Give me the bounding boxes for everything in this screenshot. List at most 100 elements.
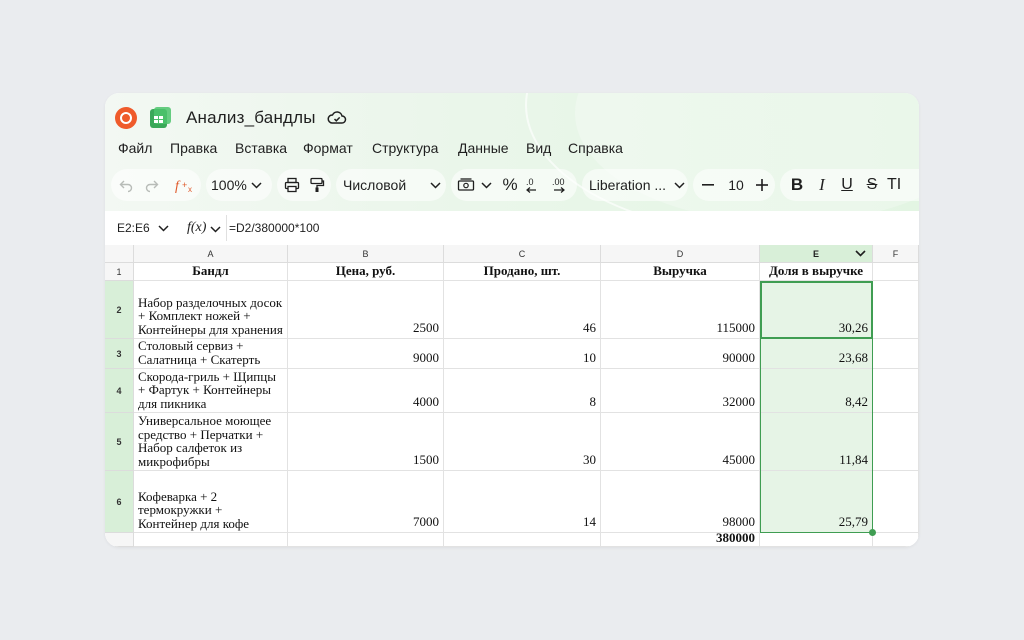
header-cell[interactable]: Выручка: [601, 263, 760, 281]
header-cell[interactable]: Цена, руб.: [288, 263, 444, 281]
empty-cell[interactable]: [873, 339, 919, 369]
empty-cell[interactable]: [134, 533, 288, 547]
empty-cell[interactable]: [444, 533, 601, 547]
empty-cell[interactable]: [760, 533, 873, 547]
total-revenue-cell[interactable]: 380000: [601, 533, 760, 547]
number-format-select[interactable]: Числовой: [343, 169, 441, 201]
toolbar: f + x 100% Числовой % .0 .00 Liberation …: [105, 169, 919, 201]
menu-edit[interactable]: Правка: [170, 140, 217, 156]
italic-button[interactable]: I: [812, 169, 832, 201]
row-header[interactable]: [105, 533, 134, 547]
column-header-f[interactable]: F: [873, 245, 919, 263]
numeric-cell[interactable]: 8: [444, 369, 601, 413]
underline-button[interactable]: U: [837, 169, 857, 201]
numeric-cell[interactable]: 90000: [601, 339, 760, 369]
column-header-d[interactable]: D: [601, 245, 760, 263]
bundle-name-cell[interactable]: Столовый сервиз + Салатница + Скатерть: [134, 339, 288, 369]
increase-font-size-icon[interactable]: [751, 169, 773, 201]
numeric-cell[interactable]: 1500: [288, 413, 444, 471]
redo-icon[interactable]: [141, 169, 163, 201]
document-title[interactable]: Анализ_бандлы: [186, 108, 316, 128]
numeric-cell[interactable]: 8,42: [760, 369, 873, 413]
numeric-cell[interactable]: 10: [444, 339, 601, 369]
font-size-value[interactable]: 10: [723, 169, 749, 201]
menu-insert[interactable]: Вставка: [235, 140, 287, 156]
menu-view[interactable]: Вид: [526, 140, 551, 156]
numeric-cell[interactable]: 115000: [601, 281, 760, 339]
strikethrough-button[interactable]: S: [862, 169, 882, 201]
chevron-down-icon[interactable]: [479, 169, 493, 201]
svg-text:.00: .00: [552, 177, 565, 187]
numeric-cell[interactable]: 11,84: [760, 413, 873, 471]
numeric-cell[interactable]: 45000: [601, 413, 760, 471]
empty-cell[interactable]: [873, 413, 919, 471]
empty-cell[interactable]: [873, 369, 919, 413]
numeric-cell[interactable]: 2500: [288, 281, 444, 339]
empty-cell[interactable]: [873, 281, 919, 339]
numeric-cell[interactable]: 25,79: [760, 471, 873, 533]
row-header[interactable]: 3: [105, 339, 134, 369]
numeric-cell[interactable]: 46: [444, 281, 601, 339]
empty-cell[interactable]: [873, 471, 919, 533]
cloud-saved-icon[interactable]: [327, 109, 347, 127]
column-header-label: B: [362, 248, 369, 259]
chevron-down-icon[interactable]: [855, 249, 866, 259]
function-menu[interactable]: f(x): [187, 216, 221, 240]
numeric-cell[interactable]: 30,26: [760, 281, 873, 339]
undo-icon[interactable]: [115, 169, 137, 201]
row-header[interactable]: 1: [105, 263, 134, 281]
clear-format-button[interactable]: TI: [887, 169, 913, 201]
cell-value: Кофеварка + 2 термокружки + Контейнер дл…: [138, 488, 250, 531]
name-box[interactable]: E2:E6: [111, 216, 171, 240]
row-header[interactable]: 6: [105, 471, 134, 533]
decrease-decimal-icon[interactable]: .0: [523, 169, 547, 201]
cell-value: 25,79: [838, 514, 868, 529]
bold-button[interactable]: B: [787, 169, 807, 201]
row-header[interactable]: 5: [105, 413, 134, 471]
zoom-select[interactable]: 100%: [211, 169, 269, 201]
insert-function-icon[interactable]: f + x: [171, 169, 197, 201]
column-header-b[interactable]: B: [288, 245, 444, 263]
select-all-corner[interactable]: [105, 245, 134, 263]
numeric-cell[interactable]: 32000: [601, 369, 760, 413]
column-header-e[interactable]: E: [760, 245, 873, 263]
empty-cell[interactable]: [873, 533, 919, 547]
column-header-c[interactable]: C: [444, 245, 601, 263]
column-header-a[interactable]: A: [134, 245, 288, 263]
row-header[interactable]: 2: [105, 281, 134, 339]
row-header[interactable]: 4: [105, 369, 134, 413]
font-select[interactable]: Liberation ...: [589, 169, 685, 201]
decrease-font-size-icon[interactable]: [697, 169, 719, 201]
numeric-cell[interactable]: 9000: [288, 339, 444, 369]
numeric-cell[interactable]: 23,68: [760, 339, 873, 369]
bundle-name-cell[interactable]: Кофеварка + 2 термокружки + Контейнер дл…: [134, 471, 288, 533]
menu-structure[interactable]: Структура: [372, 140, 438, 156]
menu-data[interactable]: Данные: [458, 140, 509, 156]
cell-value: Набор разделочных досок + Комплект ножей…: [138, 294, 283, 337]
empty-cell[interactable]: [288, 533, 444, 547]
numeric-cell[interactable]: 30: [444, 413, 601, 471]
header-cell[interactable]: Продано, шт.: [444, 263, 601, 281]
menu-file[interactable]: Файл: [118, 140, 152, 156]
bundle-name-cell[interactable]: Универсальное моющее средство + Перчатки…: [134, 413, 288, 471]
paint-format-icon[interactable]: [305, 169, 329, 201]
numeric-cell[interactable]: 14: [444, 471, 601, 533]
numeric-cell[interactable]: 98000: [601, 471, 760, 533]
formula-input[interactable]: =D2/380000*100: [229, 216, 319, 240]
header-cell[interactable]: Доля в выручке: [760, 263, 873, 281]
bundle-name-cell[interactable]: Скорода-гриль + Щипцы + Фартук + Контейн…: [134, 369, 288, 413]
numeric-cell[interactable]: 7000: [288, 471, 444, 533]
currency-icon[interactable]: [455, 169, 477, 201]
print-icon[interactable]: [280, 169, 304, 201]
numeric-cell[interactable]: 4000: [288, 369, 444, 413]
menu-help[interactable]: Справка: [568, 140, 623, 156]
fill-handle[interactable]: [869, 529, 876, 536]
empty-cell[interactable]: [873, 263, 919, 281]
bundle-name-cell[interactable]: Набор разделочных досок + Комплект ножей…: [134, 281, 288, 339]
percent-button[interactable]: %: [499, 169, 521, 201]
increase-decimal-icon[interactable]: .00: [549, 169, 575, 201]
header-cell[interactable]: Бандл: [134, 263, 288, 281]
cell-value: 23,68: [838, 350, 868, 365]
app-logo-icon[interactable]: [115, 107, 137, 129]
menu-format[interactable]: Формат: [303, 140, 353, 156]
